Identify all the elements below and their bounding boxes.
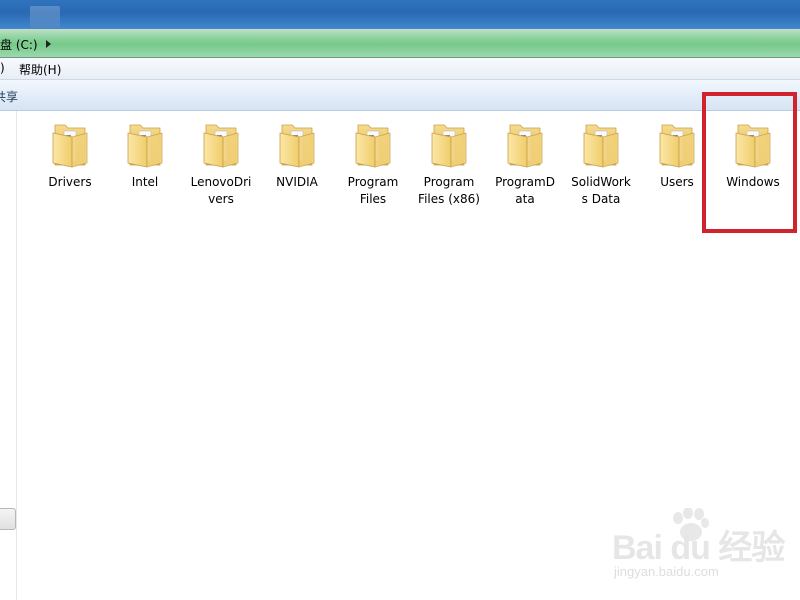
folder-icon (127, 124, 163, 168)
file-list-view[interactable]: Drivers Intel LenovoDri vers NVIDIA Program … (17, 111, 800, 600)
folder-item[interactable]: LenovoDri vers (184, 117, 258, 209)
folder-item[interactable]: SolidWork s Data (564, 117, 638, 209)
folder-label: Program Files (x86) (418, 175, 480, 206)
breadcrumb-chevron-right-icon[interactable] (45, 40, 51, 48)
command-bar: 共享 (0, 80, 800, 111)
folder-item[interactable]: ProgramD ata (488, 117, 562, 209)
window-app-icon (30, 6, 60, 28)
folder-label: Drivers (48, 175, 92, 189)
folder-icon (583, 124, 619, 168)
menu-item-help[interactable]: 帮助(H) (19, 61, 61, 78)
folder-label: Program Files (347, 175, 399, 206)
folder-label: Intel (131, 175, 159, 189)
breadcrumb-drive-c[interactable]: 盘 (C:) (0, 36, 38, 53)
address-breadcrumb[interactable]: 盘 (C:) (0, 35, 51, 53)
folder-icon (355, 124, 391, 168)
menu-bar: ) 帮助(H) (0, 58, 800, 80)
folder-icon (431, 124, 467, 168)
folder-item[interactable]: Program Files (x86) (412, 117, 486, 209)
folder-label: Windows (726, 175, 780, 189)
folder-item[interactable]: NVIDIA (260, 117, 334, 209)
folder-label: ProgramD ata (495, 175, 555, 206)
folder-item[interactable]: Program Files (336, 117, 410, 209)
folder-icon (279, 124, 315, 168)
folder-icon (659, 124, 695, 168)
folder-item[interactable]: Users (640, 117, 714, 209)
folder-icon (203, 124, 239, 168)
command-share-button[interactable]: 共享 (0, 88, 18, 105)
folder-label: Users (660, 175, 694, 189)
folder-icon (507, 124, 543, 168)
window-title-bar (0, 0, 800, 28)
folder-item[interactable]: Windows (716, 117, 790, 209)
navigation-pane-scrollbar-thumb[interactable] (0, 508, 16, 530)
folder-label: SolidWork s Data (571, 175, 631, 206)
address-bar[interactable]: 盘 (C:) (0, 28, 800, 58)
folder-icon (52, 124, 88, 168)
folder-icon (735, 124, 771, 168)
folder-item[interactable]: Drivers (33, 117, 107, 209)
navigation-pane[interactable] (0, 111, 17, 600)
menu-item-tools[interactable]: ) (0, 61, 5, 75)
folder-label: LenovoDri vers (190, 175, 252, 206)
folder-label: NVIDIA (276, 175, 318, 189)
folder-item[interactable]: Intel (108, 117, 182, 209)
